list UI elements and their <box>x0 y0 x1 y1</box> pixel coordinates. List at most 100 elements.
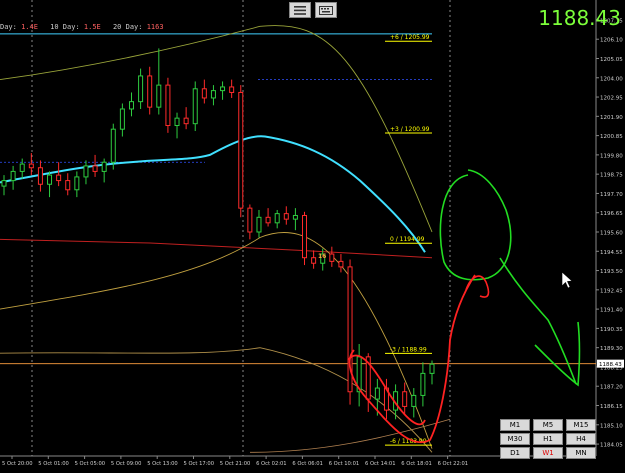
x-tick-label: 5 Oct 09:00 <box>111 461 142 467</box>
candle-body <box>92 165 98 172</box>
y-tick-label: 1194.55 <box>600 250 623 256</box>
candle-body <box>247 207 253 233</box>
x-tick-label: 6 Oct 10:01 <box>329 461 360 467</box>
x-tick-label: 6 Oct 18:01 <box>401 461 432 467</box>
candle-body <box>110 128 116 163</box>
candle-body <box>165 84 171 127</box>
candle-body <box>329 253 335 262</box>
legend-value-20day: 1163 <box>146 23 164 31</box>
candle-body <box>311 257 317 264</box>
x-tick-label: 5 Oct 20:00 <box>2 461 33 467</box>
y-tick-label: 1189.30 <box>600 346 623 352</box>
candle-body <box>256 216 262 233</box>
moving-average-legend: Day: 1.4E 10 Day: 1.5E 20 Day: 1163 <box>0 23 172 31</box>
candle-body <box>420 372 426 396</box>
timeframe-button-h1[interactable]: H1 <box>533 433 563 445</box>
candle-body <box>74 176 80 191</box>
y-tick-label: 1187.20 <box>600 385 623 391</box>
green-circle-drawing <box>439 169 512 281</box>
candle-body <box>174 117 180 127</box>
y-tick-label: 1193.50 <box>600 269 623 275</box>
y-tick-label: 1206.10 <box>600 38 623 44</box>
keyboard-icon[interactable] <box>315 2 337 18</box>
chart-canvas[interactable]: 1207.151206.101205.051204.001202.951201.… <box>0 0 625 469</box>
menu-icon[interactable] <box>289 2 311 18</box>
timeframe-button-d1[interactable]: D1 <box>500 447 530 459</box>
timeframe-button-m15[interactable]: M15 <box>566 419 596 431</box>
y-tick-label: 1201.90 <box>600 115 623 121</box>
candle-body <box>10 170 16 182</box>
timeframe-panel: M1 M5 M15 M30 H1 H4 D1 W1 MN <box>500 419 596 459</box>
timeframe-button-m5[interactable]: M5 <box>533 419 563 431</box>
x-tick-label: 6 Oct 02:01 <box>256 461 287 467</box>
current-price-tag-label: 1188.43 <box>599 362 622 368</box>
candle-body <box>292 214 298 220</box>
y-tick-label: 1199.80 <box>600 153 623 159</box>
candle-body <box>265 216 271 224</box>
candle-body <box>302 214 308 259</box>
candle-body <box>274 213 280 224</box>
x-tick-label: 5 Oct 05:00 <box>75 461 106 467</box>
timeframe-button-w1[interactable]: W1 <box>533 447 563 459</box>
y-tick-label: 1197.70 <box>600 192 623 198</box>
mouse-cursor-icon <box>561 271 573 289</box>
x-tick-label: 5 Oct 13:00 <box>147 461 178 467</box>
level-label: 0 / 1194.99 <box>390 236 425 243</box>
candle-body <box>201 88 207 99</box>
candle-body <box>28 163 34 169</box>
y-tick-label: 1198.75 <box>600 173 623 179</box>
y-tick-label: 1192.45 <box>600 288 623 294</box>
y-tick-label: 1184.05 <box>600 443 623 449</box>
y-tick-label: 1190.35 <box>600 327 623 333</box>
level-label: +6 / 1205.99 <box>390 34 430 41</box>
ma-red-line <box>0 238 433 259</box>
y-tick-label: 1195.60 <box>600 231 623 237</box>
candle-body <box>220 86 226 92</box>
timeframe-button-h4[interactable]: H4 <box>566 433 596 445</box>
current-price-display: 1188.43 <box>538 6 621 30</box>
candle-body <box>411 394 417 407</box>
x-tick-label: 6 Oct 22:01 <box>438 461 469 467</box>
candle-body <box>128 101 134 110</box>
price-chart[interactable]: 1207.15 1206.10 1205.05 1204.00 1202.95 1201.… <box>0 0 625 469</box>
candle-body <box>37 167 43 185</box>
chart-toolbar <box>289 2 337 18</box>
upper-band-line <box>0 25 433 233</box>
y-tick-label: 1185.10 <box>600 423 623 429</box>
candle-body <box>338 260 344 268</box>
x-tick-label: 5 Oct 17:00 <box>184 461 215 467</box>
x-tick-label: 5 Oct 01:00 <box>38 461 69 467</box>
timeframe-button-m30[interactable]: M30 <box>500 433 530 445</box>
y-tick-label: 1186.15 <box>600 404 623 410</box>
marker-label: 16 <box>318 253 326 260</box>
legend-label-day: Day: <box>0 23 17 31</box>
candle-body <box>192 88 198 125</box>
candle-body <box>402 391 408 407</box>
candle-body <box>283 213 289 220</box>
candle-body <box>429 363 435 374</box>
candle-body <box>138 75 144 103</box>
level-label: +3 / 1200.99 <box>390 126 430 133</box>
timeframe-button-mn[interactable]: MN <box>566 447 596 459</box>
candle-body <box>83 165 89 178</box>
legend-label-10day: 10 Day: <box>50 23 80 31</box>
y-tick-label: 1200.85 <box>600 134 623 140</box>
candle-body <box>238 91 244 209</box>
candle-body <box>147 75 153 108</box>
candle-body <box>374 387 380 400</box>
middle-band-line <box>0 232 433 449</box>
candle-body <box>119 108 125 130</box>
candle-body <box>19 163 25 172</box>
timeframe-button-m1[interactable]: M1 <box>500 419 530 431</box>
level-label: -3 / 1188.99 <box>390 346 427 353</box>
legend-label-20day: 20 Day: <box>112 23 143 31</box>
candle-body <box>210 90 216 99</box>
y-tick-label: 1204.00 <box>600 76 623 82</box>
candle-body <box>65 180 71 191</box>
y-tick-label: 1196.65 <box>600 211 623 217</box>
legend-value-10day: 1.5E <box>83 23 101 31</box>
fast-moving-average-line <box>0 135 426 253</box>
y-tick-label: 1202.95 <box>600 96 623 102</box>
y-tick-label: 1191.40 <box>600 308 623 314</box>
x-tick-label: 6 Oct 06:01 <box>292 461 323 467</box>
